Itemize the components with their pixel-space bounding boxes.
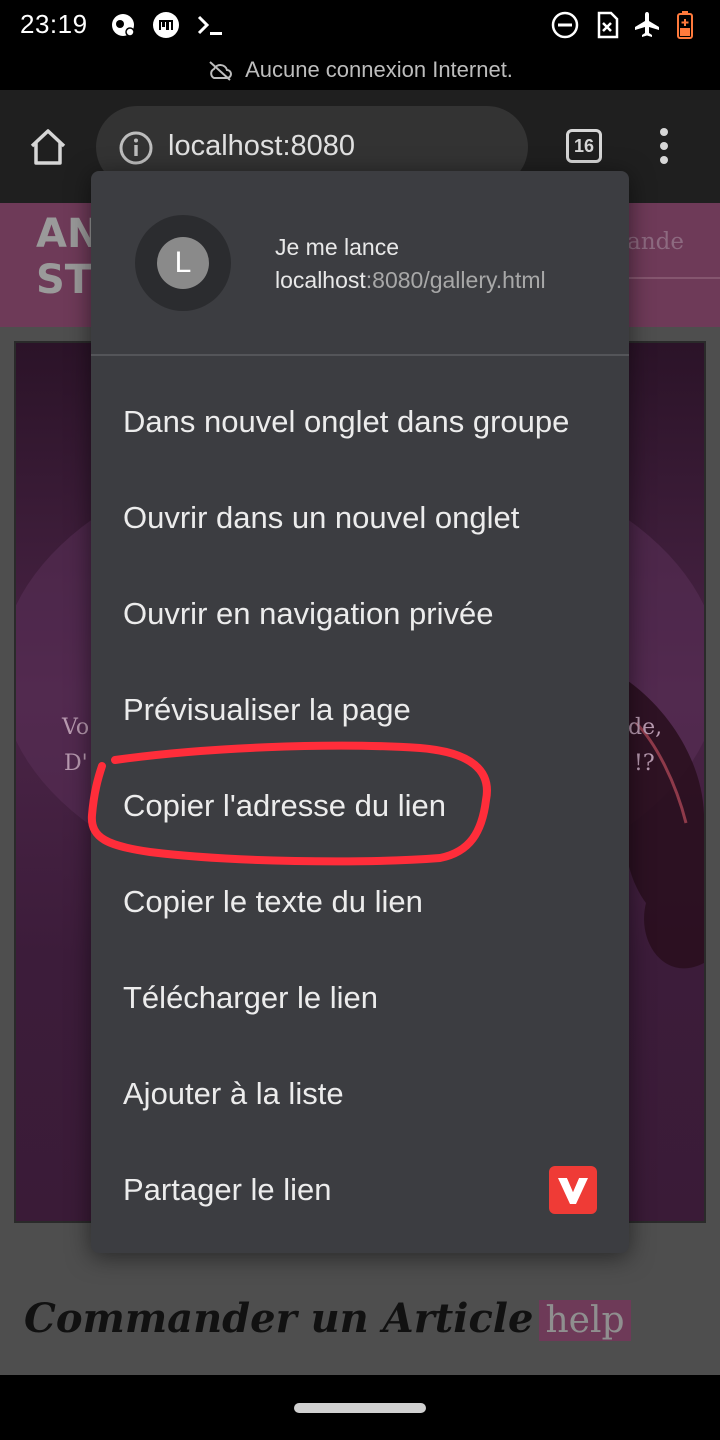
menu-item-label: Ajouter à la liste [123, 1076, 344, 1111]
menu-item-share-link[interactable]: Partager le lien [91, 1142, 629, 1238]
menu-item-add-to-reading-list[interactable]: Ajouter à la liste [91, 1046, 629, 1142]
menu-item-label: Prévisualiser la page [123, 692, 411, 727]
menu-item-copy-link-address[interactable]: Copier l'adresse du lien [91, 758, 629, 854]
clock: 23:19 [20, 9, 88, 39]
info-icon[interactable] [118, 130, 154, 166]
hero-text-right-2: !? [634, 751, 655, 776]
hero-text-left-1: Vo [62, 715, 90, 740]
menu-header: L Je me lance localhost:8080/gallery.htm… [91, 171, 629, 356]
menu-item-label: Copier l'adresse du lien [123, 788, 446, 823]
airplane-mode-icon [635, 12, 659, 37]
podcast-icon [112, 14, 135, 37]
battery-icon [677, 11, 693, 39]
favicon-avatar: L [135, 215, 231, 311]
section-heading: Commander un Article help [24, 1295, 631, 1342]
hero-text-right-1: de, [628, 715, 663, 740]
heading-text: Commander un Article [24, 1295, 534, 1342]
home-icon[interactable] [28, 128, 68, 166]
mastodon-icon [153, 12, 179, 38]
offline-banner: Aucune connexion Internet. [0, 50, 720, 90]
more-options-icon[interactable] [654, 126, 674, 166]
menu-item-open-incognito[interactable]: Ouvrir en navigation privée [91, 566, 629, 662]
menu-item-open-in-tab-group[interactable]: Dans nouvel onglet dans groupe [91, 374, 629, 470]
status-bar: 23:19 [0, 0, 720, 50]
tab-count: 16 [573, 136, 595, 156]
navigation-bar [0, 1375, 720, 1440]
tab-switcher-button[interactable]: 16 [566, 129, 602, 163]
link-url-path: :8080/gallery.html [365, 267, 546, 293]
cloud-off-icon [209, 61, 233, 81]
do-not-disturb-icon [551, 11, 579, 39]
menu-item-label: Partager le lien [123, 1172, 332, 1207]
menu-item-preview-page[interactable]: Prévisualiser la page [91, 662, 629, 758]
link-url-host: localhost [275, 267, 366, 293]
menu-item-label: Ouvrir en navigation privée [123, 596, 494, 631]
vidmate-logo [558, 1178, 588, 1204]
help-link[interactable]: help [539, 1300, 631, 1341]
terminal-icon [197, 15, 222, 35]
vidmate-share-icon[interactable] [549, 1166, 597, 1214]
hero-text-left-2: D' [64, 751, 88, 776]
offline-text: Aucune connexion Internet. [245, 57, 513, 82]
avatar-letter: L [157, 237, 209, 289]
menu-item-label: Dans nouvel onglet dans groupe [123, 404, 570, 439]
menu-item-download-link[interactable]: Télécharger le lien [91, 950, 629, 1046]
header-divider [620, 277, 720, 279]
menu-item-label: Télécharger le lien [123, 980, 379, 1015]
menu-item-label: Copier le texte du lien [123, 884, 423, 919]
link-url: localhost:8080/gallery.html [275, 267, 546, 294]
menu-item-copy-link-text[interactable]: Copier le texte du lien [91, 854, 629, 950]
no-sim-icon [597, 11, 619, 39]
link-context-menu: L Je me lance localhost:8080/gallery.htm… [91, 171, 629, 1253]
link-title: Je me lance [275, 234, 400, 260]
home-gesture-handle[interactable] [294, 1403, 426, 1413]
url-text: localhost:8080 [168, 130, 356, 162]
menu-item-open-new-tab[interactable]: Ouvrir dans un nouvel onglet [91, 470, 629, 566]
nav-link-commande[interactable]: ande [627, 229, 684, 255]
menu-item-label: Ouvrir dans un nouvel onglet [123, 500, 520, 535]
